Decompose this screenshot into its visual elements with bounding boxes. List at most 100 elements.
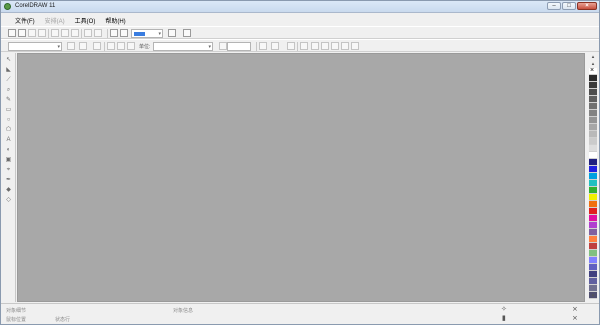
- color-swatch[interactable]: [589, 145, 597, 152]
- corel-online-icon[interactable]: [183, 29, 191, 37]
- freehand-tool-icon[interactable]: ✎: [4, 96, 13, 104]
- export-icon[interactable]: [120, 29, 128, 37]
- interactive-blend-tool-icon[interactable]: ◐: [4, 146, 13, 154]
- color-swatch[interactable]: [589, 173, 597, 180]
- separator: [297, 42, 298, 51]
- color-swatch[interactable]: [589, 131, 597, 138]
- color-swatch[interactable]: [589, 103, 597, 110]
- color-swatch[interactable]: [589, 117, 597, 124]
- outline-tool-icon[interactable]: ✒: [4, 176, 13, 184]
- zoom-icon: [331, 42, 339, 50]
- menu-tools[interactable]: 工具(O): [70, 14, 101, 25]
- units-label: 单位:: [139, 44, 151, 50]
- maximize-button[interactable]: □: [562, 2, 576, 10]
- color-swatch[interactable]: [589, 257, 597, 264]
- color-swatch[interactable]: [589, 187, 597, 194]
- window-title: CorelDRAW 11: [15, 3, 56, 9]
- rectangle-tool-icon[interactable]: ▭: [4, 106, 13, 114]
- page-layout-icon: [127, 42, 135, 50]
- close-button[interactable]: ×: [577, 2, 597, 10]
- polygon-tool-icon[interactable]: ⬠: [4, 126, 13, 134]
- menu-help[interactable]: 帮助(H): [100, 14, 130, 25]
- color-swatch[interactable]: [589, 110, 597, 117]
- color-swatch[interactable]: [589, 222, 597, 229]
- application-launcher-icon[interactable]: [168, 29, 176, 37]
- paper-type-combo[interactable]: ▾: [8, 42, 62, 51]
- color-swatch[interactable]: [589, 208, 597, 215]
- spin-arrows-icon: [93, 42, 101, 50]
- no-outline-indicator-icon: ⨯: [572, 315, 578, 322]
- palette-scroll-up-icon[interactable]: ▴: [589, 54, 597, 60]
- units-combo[interactable]: ▾: [153, 42, 213, 51]
- color-swatch[interactable]: [589, 82, 597, 89]
- color-swatch[interactable]: [589, 166, 597, 173]
- pick-tool-icon[interactable]: ↖: [4, 56, 13, 64]
- color-swatch[interactable]: [589, 75, 597, 82]
- no-fill-indicator-icon: ⨯: [572, 306, 578, 313]
- color-swatch[interactable]: [589, 278, 597, 285]
- align-icon: [300, 42, 308, 50]
- menu-bar: 文件(F) 安排(A) 工具(O) 帮助(H): [1, 14, 599, 25]
- nudge-distance-field[interactable]: [227, 42, 251, 51]
- paste-icon: [71, 29, 79, 37]
- window-controls: – □ ×: [547, 2, 597, 10]
- separator: [107, 29, 108, 38]
- new-document-icon[interactable]: [8, 29, 16, 37]
- color-swatch[interactable]: [589, 96, 597, 103]
- import-icon[interactable]: [110, 29, 118, 37]
- options-icon: [351, 42, 359, 50]
- text-tool-icon[interactable]: A: [4, 136, 13, 144]
- cursor-position-text: 鼠标位置: [6, 317, 27, 323]
- minimize-button[interactable]: –: [547, 2, 561, 10]
- color-swatch[interactable]: [589, 250, 597, 257]
- copy-icon: [61, 29, 69, 37]
- interactive-fill-tool-icon[interactable]: ◇: [4, 196, 13, 204]
- color-swatch[interactable]: [589, 180, 597, 187]
- object-info-text: 对象信息: [173, 308, 194, 314]
- standard-toolbar: ▾: [1, 26, 599, 39]
- open-icon[interactable]: [18, 29, 26, 37]
- color-swatch[interactable]: [589, 236, 597, 243]
- palette-scroll-down-icon[interactable]: ▾: [589, 293, 597, 299]
- save-icon: [28, 29, 36, 37]
- color-swatch[interactable]: [589, 285, 597, 292]
- no-color-swatch[interactable]: [589, 67, 597, 75]
- menu-file[interactable]: 文件(F): [10, 14, 40, 25]
- separator: [104, 42, 105, 51]
- knife-tool-icon[interactable]: ⟋: [4, 76, 13, 84]
- fill-tool-icon[interactable]: ◆: [4, 186, 13, 194]
- page-height-icon: [79, 42, 87, 50]
- toolbox: ↖ ◣ ⟋ ⌕ ✎ ▭ ○ ⬠ A ◐ ▣ ⌖ ✒ ◆ ◇: [1, 53, 16, 302]
- color-swatch[interactable]: [589, 229, 597, 236]
- color-swatch[interactable]: [589, 271, 597, 278]
- color-swatch[interactable]: [589, 124, 597, 131]
- page-width-icon: [67, 42, 75, 50]
- color-swatch: [134, 32, 145, 36]
- status-line-text: 状态行: [55, 317, 71, 323]
- drawing-canvas[interactable]: [17, 53, 585, 302]
- undo-icon: [84, 29, 92, 37]
- cut-icon: [51, 29, 59, 37]
- color-swatch[interactable]: [589, 201, 597, 208]
- ellipse-tool-icon[interactable]: ○: [4, 116, 13, 124]
- menu-arrange: 安排(A): [44, 19, 65, 25]
- zoom-tool-icon[interactable]: ⌕: [4, 86, 13, 94]
- duplicate-distance-icon: [259, 42, 267, 50]
- color-swatch[interactable]: [589, 138, 597, 145]
- chevron-down-icon: ▾: [208, 44, 211, 50]
- property-bar: ▾ 单位: ▾: [1, 39, 599, 52]
- close-icon: ×: [585, 3, 589, 9]
- shape-tool-icon[interactable]: ◣: [4, 66, 13, 74]
- color-swatch[interactable]: [589, 152, 597, 159]
- color-swatch[interactable]: [589, 159, 597, 166]
- color-swatch[interactable]: [589, 194, 597, 201]
- color-swatch[interactable]: [589, 243, 597, 250]
- color-swatch[interactable]: [589, 264, 597, 271]
- eyedropper-tool-icon[interactable]: ⌖: [4, 166, 13, 174]
- transparency-tool-icon[interactable]: ▣: [4, 156, 13, 164]
- color-swatch[interactable]: [589, 89, 597, 96]
- separator: [48, 29, 49, 38]
- color-selector[interactable]: ▾: [131, 29, 163, 38]
- color-swatch[interactable]: [589, 215, 597, 222]
- page-icon: [321, 42, 329, 50]
